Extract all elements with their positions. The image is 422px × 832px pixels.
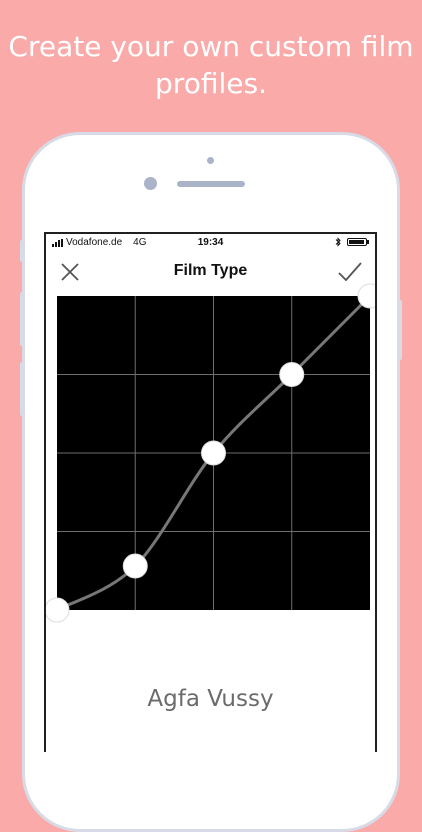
curve-control-point-3[interactable] xyxy=(201,440,226,466)
page-title: Film Type xyxy=(173,262,248,279)
checkmark-icon xyxy=(338,262,362,282)
headline: Create your own custom film profiles. xyxy=(8,30,414,100)
navigation-bar: Film Type xyxy=(46,252,375,292)
phone-side-button xyxy=(20,240,24,262)
film-profile-name[interactable]: Agfa Vussy xyxy=(46,686,375,712)
curve-control-point-5[interactable] xyxy=(357,283,377,309)
done-button[interactable] xyxy=(337,260,363,284)
phone-side-button xyxy=(20,292,24,346)
battery-icon xyxy=(347,238,369,246)
earpiece-speaker xyxy=(177,181,245,187)
curve-control-point-1[interactable] xyxy=(45,597,70,623)
proximity-sensor xyxy=(144,177,157,190)
tone-curve-canvas[interactable] xyxy=(46,283,375,623)
curve-control-point-4[interactable] xyxy=(279,362,305,387)
phone-side-button xyxy=(398,300,402,360)
curve-control-point-2[interactable] xyxy=(122,553,148,579)
status-right xyxy=(335,237,369,247)
bluetooth-icon xyxy=(335,237,341,247)
status-bar: Vodafone.de 4G 19:34 xyxy=(46,234,375,252)
status-time: 19:34 xyxy=(197,237,224,248)
tone-curve-editor[interactable] xyxy=(46,283,375,623)
phone-screen: Vodafone.de 4G 19:34 Film Type Agfa Vuss… xyxy=(44,232,377,752)
phone-side-button xyxy=(20,362,24,416)
front-camera xyxy=(207,157,214,164)
